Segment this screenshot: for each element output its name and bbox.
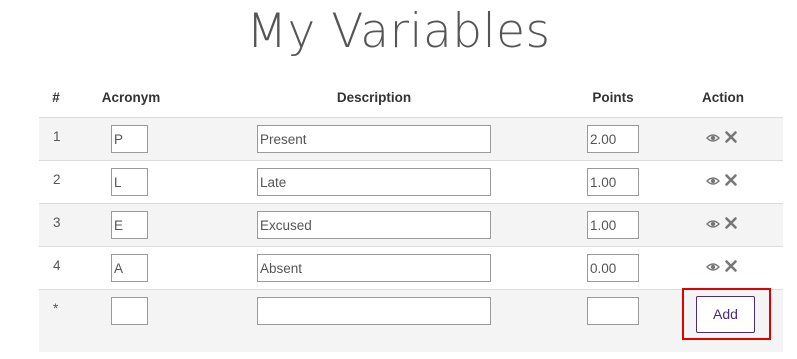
header-description: Description — [336, 90, 412, 105]
row-number: * — [53, 301, 59, 316]
header-acronym: Acronym — [101, 90, 161, 105]
row-number: 1 — [53, 129, 61, 144]
points-input[interactable] — [587, 211, 639, 239]
table-row: 4 — [39, 247, 783, 290]
acronym-input[interactable] — [111, 211, 148, 239]
points-input[interactable] — [587, 125, 639, 153]
description-input[interactable] — [257, 168, 491, 196]
acronym-input[interactable] — [111, 125, 148, 153]
row-number: 4 — [53, 258, 61, 273]
add-button[interactable]: Add — [696, 296, 755, 333]
close-icon[interactable] — [724, 216, 740, 232]
row-number: 2 — [53, 172, 61, 187]
close-icon[interactable] — [724, 130, 740, 146]
header-number: # — [52, 90, 60, 105]
points-input[interactable] — [587, 168, 639, 196]
eye-icon[interactable] — [706, 217, 722, 233]
description-input[interactable] — [257, 254, 491, 282]
points-input[interactable] — [587, 254, 639, 282]
header-points: Points — [592, 90, 634, 105]
row-actions — [706, 130, 746, 148]
close-icon[interactable] — [724, 259, 740, 275]
eye-icon[interactable] — [706, 131, 722, 147]
description-input[interactable] — [257, 125, 491, 153]
table-row: 2 — [39, 161, 783, 204]
close-icon[interactable] — [724, 173, 740, 189]
row-actions — [706, 259, 746, 277]
new-acronym-input[interactable] — [111, 297, 148, 325]
new-points-input[interactable] — [587, 297, 639, 325]
page-title: My Variables — [246, 4, 551, 59]
row-number: 3 — [53, 215, 61, 230]
table-row: 3 — [39, 204, 783, 247]
table-row: 1 — [39, 118, 783, 161]
variables-table: # Acronym Description Points Action 1 2 — [39, 78, 783, 352]
eye-icon[interactable] — [706, 174, 722, 190]
header-action: Action — [702, 90, 744, 105]
row-actions — [706, 216, 746, 234]
acronym-input[interactable] — [111, 254, 148, 282]
new-variable-row: * — [39, 290, 783, 352]
row-actions — [706, 173, 746, 191]
acronym-input[interactable] — [111, 168, 148, 196]
eye-icon[interactable] — [706, 260, 722, 276]
table-header: # Acronym Description Points Action — [39, 78, 783, 118]
new-description-input[interactable] — [257, 297, 491, 325]
description-input[interactable] — [257, 211, 491, 239]
